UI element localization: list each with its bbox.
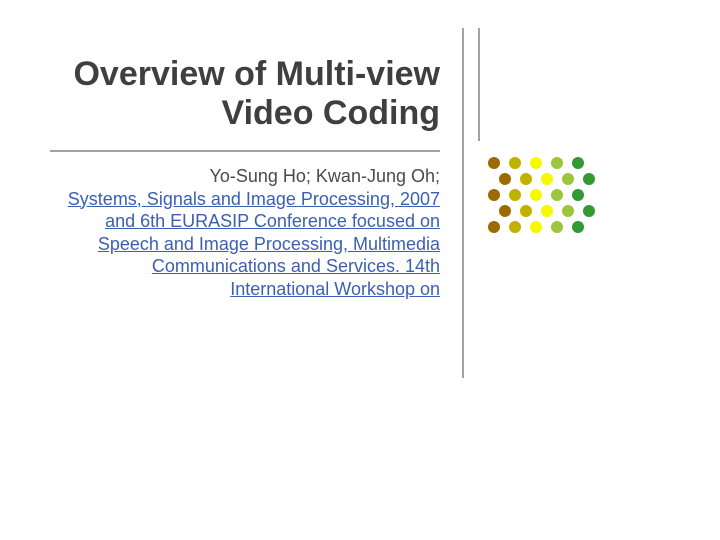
dot-icon <box>541 205 553 217</box>
dot-icon <box>572 189 584 201</box>
dot-icon <box>488 189 500 201</box>
body-text-block: Yo-Sung Ho; Kwan-Jung Oh; Systems, Signa… <box>50 165 440 300</box>
dot-icon <box>530 189 542 201</box>
authors-text: Yo-Sung Ho; Kwan-Jung Oh; <box>210 166 440 186</box>
dot-icon <box>583 173 595 185</box>
dot-icon <box>520 173 532 185</box>
dot-icon <box>562 205 574 217</box>
dot-icon <box>488 157 500 169</box>
dot-icon <box>551 189 563 201</box>
dot-icon <box>572 157 584 169</box>
dot-icon <box>551 157 563 169</box>
dot-icon <box>583 205 595 217</box>
dot-icon <box>562 173 574 185</box>
dot-icon <box>530 221 542 233</box>
dot-icon <box>509 221 521 233</box>
dot-icon <box>530 157 542 169</box>
dot-icon <box>499 205 511 217</box>
slide-title: Overview of Multi-view Video Coding <box>50 55 440 133</box>
vertical-divider-short-icon <box>478 28 480 141</box>
dot-icon <box>509 157 521 169</box>
publication-link[interactable]: Systems, Signals and Image Processing, 2… <box>68 189 440 299</box>
dot-icon <box>509 189 521 201</box>
dot-icon <box>499 173 511 185</box>
dot-icon <box>572 221 584 233</box>
dot-icon <box>520 205 532 217</box>
vertical-divider-long-icon <box>462 28 464 378</box>
horizontal-divider <box>50 150 440 152</box>
dot-icon <box>488 221 500 233</box>
decorative-dot-cluster <box>488 157 598 237</box>
dot-icon <box>551 221 563 233</box>
dot-icon <box>541 173 553 185</box>
